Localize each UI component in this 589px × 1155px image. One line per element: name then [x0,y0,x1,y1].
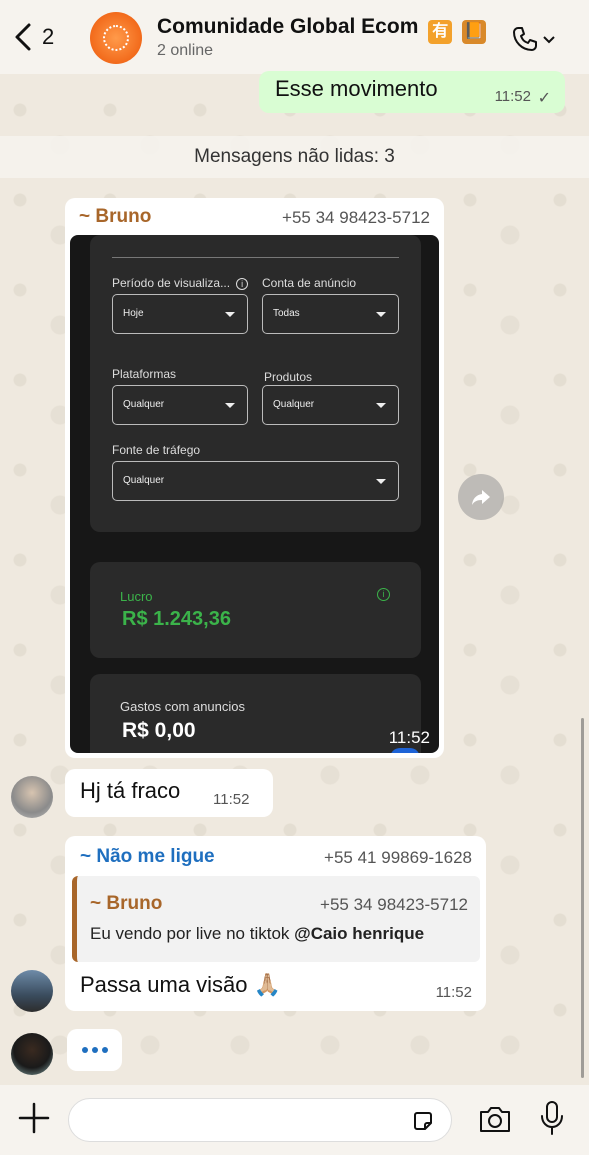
screenshot-fab-edge [390,748,420,753]
incoming-message[interactable]: Hj tá fraco 11:52 [65,769,273,817]
periodo-label: Período de visualiza... i [112,276,249,290]
mic-icon[interactable] [538,1100,566,1136]
image-message[interactable]: ~ Bruno +55 34 98423-5712 Período de vis… [65,198,444,758]
quoted-phone: +55 34 98423-5712 [320,895,468,914]
check-icon: ✓ [537,90,551,107]
emoji-book: 📙 [462,20,487,44]
camera-icon[interactable] [477,1103,513,1135]
quoted-message[interactable]: ~ Bruno +55 34 98423-5712 Eu vendo por l… [72,876,480,962]
chevron-down-icon [543,36,555,44]
message-time: 11:52 [435,984,472,1001]
phone-icon [513,27,537,51]
message-time: 11:52 [388,728,430,747]
quoted-sender: ~ Bruno [90,893,163,914]
emoji-badge: 有 [428,20,453,44]
avatar[interactable] [11,970,53,1012]
gastos-value: R$ 0,00 [122,719,196,742]
divider [112,257,399,258]
call-button[interactable] [510,24,556,54]
chat-header: 2 Comunidade Global Ecom 有 📙 2 online [0,0,589,74]
avatar[interactable] [11,1033,53,1075]
plataformas-select: Qualquer [112,385,248,425]
sender-phone: +55 41 99869-1628 [324,848,472,867]
outgoing-message[interactable]: Esse movimento 11:52 ✓ [259,71,565,113]
group-title[interactable]: Comunidade Global Ecom 有 📙 [157,15,487,44]
plus-icon[interactable] [17,1101,51,1135]
forward-button[interactable] [458,474,504,520]
sender-phone: +55 34 98423-5712 [282,208,430,227]
sender-name[interactable]: ~ Bruno [79,206,151,228]
message-time: 11:52 [213,791,250,808]
scrollbar[interactable] [581,718,584,1078]
unread-count: 2 [42,24,55,49]
lucro-label: Lucro [120,589,153,604]
conta-select: Todas [262,294,399,334]
produtos-label: Produtos [264,370,313,384]
message-text: Hj tá fraco [80,778,181,803]
online-status: 2 online [157,42,214,59]
gastos-label: Gastos com anuncios [120,699,246,714]
message-input[interactable] [68,1098,452,1142]
mention: @Caio henrique [294,924,425,943]
message-text: Passa uma visão 🙏🏼 [80,972,282,997]
periodo-select: Hoje [112,294,248,334]
quoted-text: Eu vendo por live no tiktok @Caio henriq… [90,924,425,943]
fonte-label: Fonte de tráfego [112,443,201,457]
sender-name[interactable]: ~ Não me ligue [80,846,215,868]
info-icon: i [236,278,249,290]
message-time: 11:52 [494,88,531,105]
sticker-icon[interactable] [411,1109,435,1133]
forward-icon [472,490,490,505]
info-icon: i [377,588,390,601]
typing-indicator [67,1029,122,1071]
plataformas-label: Plataformas [112,367,177,381]
lucro-value: R$ 1.243,36 [122,608,231,630]
produtos-select: Qualquer [262,385,399,425]
group-title-text: Comunidade Global Ecom [157,15,419,38]
shared-screenshot[interactable]: Período de visualiza... i Conta de anúnci… [70,235,439,753]
back-chevron-icon [15,23,31,51]
fonte-select: Qualquer [112,461,399,501]
conta-label: Conta de anúncio [262,276,357,290]
composer-bar [0,1085,589,1155]
back-button[interactable]: 2 [12,22,54,52]
group-avatar[interactable] [90,12,142,64]
message-text: Esse movimento [275,76,438,101]
avatar[interactable] [11,776,53,818]
unread-banner: Mensagens não lidas: 3 [0,136,589,178]
incoming-reply-message[interactable]: ~ Não me ligue +55 41 99869-1628 ~ Bruno… [65,836,486,1011]
